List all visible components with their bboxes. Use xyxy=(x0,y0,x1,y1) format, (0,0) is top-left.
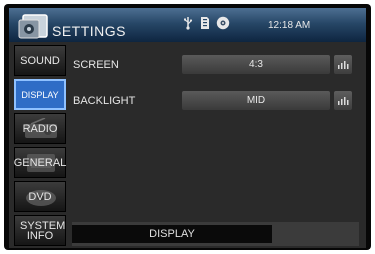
screen-label: SCREEN xyxy=(73,59,119,71)
footer-bar: DISPLAY xyxy=(72,222,359,246)
sidebar-item-sound[interactable]: SOUND xyxy=(14,45,66,76)
screen-value-field[interactable]: 4:3 xyxy=(182,55,330,74)
usb-icon xyxy=(184,17,193,30)
footer-label: DISPLAY xyxy=(72,225,272,243)
backlight-value-field[interactable]: MID xyxy=(182,91,330,110)
clock: 12:18 AM xyxy=(268,20,311,31)
backlight-value: MID xyxy=(246,95,266,106)
sidebar-item-radio[interactable]: RADIO xyxy=(14,113,66,144)
sidebar-item-general[interactable]: GENERAL xyxy=(14,147,66,178)
sidebar-item-system-info[interactable]: SYSTEM INFO xyxy=(14,215,66,246)
equalizer-icon xyxy=(338,60,349,69)
settings-screen: SETTINGS 12:18 AM SOUND DISPLAY RADIO GE… xyxy=(9,8,366,248)
sidebar-item-display[interactable]: DISPLAY xyxy=(14,79,66,110)
screen-options-button[interactable] xyxy=(334,55,352,74)
header-bar: SETTINGS 12:18 AM xyxy=(9,8,366,42)
screen-value: 4:3 xyxy=(249,59,263,70)
backlight-label: BACKLIGHT xyxy=(73,95,136,107)
sidebar-item-label: SYSTEM INFO xyxy=(20,219,66,242)
sidebar-item-dvd[interactable]: DVD xyxy=(14,181,66,212)
sidebar-item-label: DISPLAY xyxy=(21,89,59,100)
sidebar-item-label: DVD xyxy=(28,190,52,203)
disc-icon xyxy=(216,16,230,30)
sidebar-item-label: GENERAL xyxy=(13,156,67,169)
sd-card-icon xyxy=(201,17,209,29)
sidebar-item-label: RADIO xyxy=(22,122,58,135)
settings-folder-icon xyxy=(18,14,48,39)
page-title: SETTINGS xyxy=(52,23,127,39)
sidebar-item-label: SOUND xyxy=(20,54,60,67)
equalizer-icon xyxy=(338,96,349,105)
backlight-options-button[interactable] xyxy=(334,91,352,110)
